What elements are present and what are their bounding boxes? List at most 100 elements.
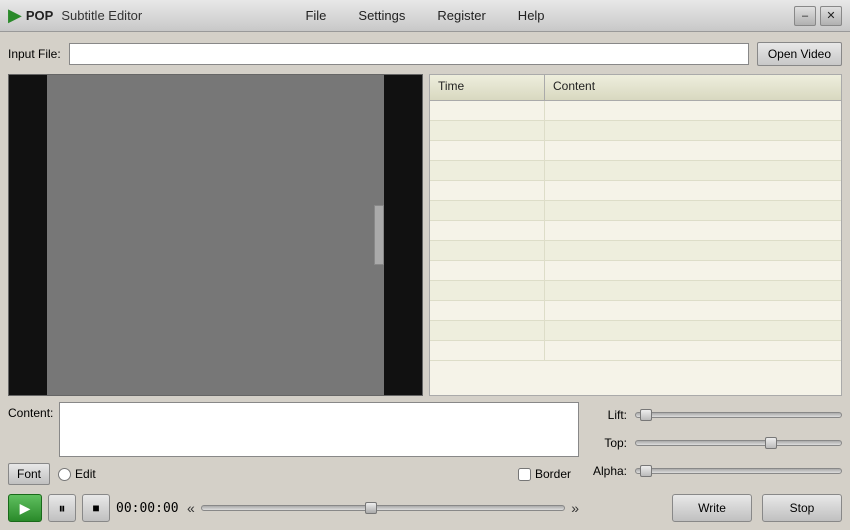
td-content xyxy=(545,201,841,220)
td-content xyxy=(545,221,841,240)
app-name: POP xyxy=(26,8,53,23)
table-body xyxy=(430,101,841,395)
top-slider[interactable] xyxy=(635,440,842,446)
app-logo: ▶ POP Subtitle Editor xyxy=(8,5,142,26)
table-row[interactable] xyxy=(430,321,841,341)
table-row[interactable] xyxy=(430,261,841,281)
td-time xyxy=(430,281,545,300)
td-time xyxy=(430,121,545,140)
edit-radio-label: Edit xyxy=(58,467,96,481)
app-icon: ▶ xyxy=(8,5,22,26)
title-bar: ▶ POP Subtitle Editor File Settings Regi… xyxy=(0,0,850,32)
input-file-label: Input File: xyxy=(8,47,61,61)
td-content xyxy=(545,101,841,120)
td-time xyxy=(430,181,545,200)
table-row[interactable] xyxy=(430,181,841,201)
seek-forward-button[interactable]: » xyxy=(571,500,579,516)
td-content xyxy=(545,241,841,260)
table-row[interactable] xyxy=(430,141,841,161)
td-time xyxy=(430,161,545,180)
alpha-slider-row: Alpha: xyxy=(587,460,842,482)
td-time xyxy=(430,321,545,340)
lift-slider-row: Lift: xyxy=(587,404,842,426)
seek-thumb xyxy=(365,502,377,514)
open-video-button[interactable]: Open Video xyxy=(757,42,842,66)
seek-slider[interactable] xyxy=(201,505,565,511)
main-container: Input File: Open Video Time Content xyxy=(0,32,850,530)
stop-button[interactable]: Stop xyxy=(762,494,842,522)
stop-icon: ■ xyxy=(92,501,99,515)
menu-register[interactable]: Register xyxy=(433,6,489,25)
right-bottom-col: Lift: Top: Alpha: Write xyxy=(587,402,842,522)
td-content xyxy=(545,281,841,300)
border-label: Border xyxy=(535,467,571,481)
alpha-slider[interactable] xyxy=(635,468,842,474)
content-textarea[interactable] xyxy=(59,402,579,457)
pause-icon: ⏸ xyxy=(59,500,66,517)
menu-help[interactable]: Help xyxy=(514,6,549,25)
lift-thumb xyxy=(640,409,652,421)
bottom-section: Content: Font Edit Border ▶ ⏸ xyxy=(8,402,842,522)
table-row[interactable] xyxy=(430,221,841,241)
table-header: Time Content xyxy=(430,75,841,101)
video-black-right xyxy=(384,75,422,395)
td-content xyxy=(545,141,841,160)
top-slider-row: Top: xyxy=(587,432,842,454)
td-content xyxy=(545,261,841,280)
video-display xyxy=(47,75,384,395)
td-time xyxy=(430,241,545,260)
time-display: 00:00:00 xyxy=(116,501,181,516)
edit-label: Edit xyxy=(75,467,96,481)
table-row[interactable] xyxy=(430,121,841,141)
td-time xyxy=(430,141,545,160)
table-row[interactable] xyxy=(430,161,841,181)
close-button[interactable]: ✕ xyxy=(820,6,842,26)
td-content xyxy=(545,341,841,360)
td-content xyxy=(545,321,841,340)
td-time xyxy=(430,201,545,220)
alpha-thumb xyxy=(640,465,652,477)
top-thumb xyxy=(765,437,777,449)
td-time xyxy=(430,221,545,240)
td-content xyxy=(545,301,841,320)
td-content xyxy=(545,121,841,140)
border-checkbox-label: Border xyxy=(518,467,571,481)
lift-slider[interactable] xyxy=(635,412,842,418)
pause-button[interactable]: ⏸ xyxy=(48,494,76,522)
table-row[interactable] xyxy=(430,241,841,261)
table-row[interactable] xyxy=(430,101,841,121)
content-row: Content: xyxy=(8,402,579,457)
td-content xyxy=(545,161,841,180)
menu-settings[interactable]: Settings xyxy=(354,6,409,25)
minimize-button[interactable]: – xyxy=(794,6,816,26)
td-time xyxy=(430,261,545,280)
window-controls: – ✕ xyxy=(794,6,842,26)
td-time xyxy=(430,301,545,320)
play-button[interactable]: ▶ xyxy=(8,494,42,522)
playback-row: ▶ ⏸ ■ 00:00:00 « » xyxy=(8,491,579,525)
td-time xyxy=(430,101,545,120)
app-subtitle: Subtitle Editor xyxy=(61,8,142,23)
write-button[interactable]: Write xyxy=(672,494,752,522)
lift-label: Lift: xyxy=(587,408,627,422)
seek-back-button[interactable]: « xyxy=(187,500,195,516)
video-scrollbar[interactable] xyxy=(374,205,384,265)
table-row[interactable] xyxy=(430,341,841,361)
input-file-field[interactable] xyxy=(69,43,749,65)
stop-small-button[interactable]: ■ xyxy=(82,494,110,522)
td-time xyxy=(430,341,545,360)
font-edit-row: Font Edit Border xyxy=(8,461,579,487)
menu-file[interactable]: File xyxy=(301,6,330,25)
font-button[interactable]: Font xyxy=(8,463,50,485)
video-black-left xyxy=(9,75,47,395)
input-file-row: Input File: Open Video xyxy=(8,40,842,68)
table-row[interactable] xyxy=(430,301,841,321)
video-panel xyxy=(8,74,423,396)
th-time: Time xyxy=(430,75,545,100)
edit-radio[interactable] xyxy=(58,468,71,481)
table-row[interactable] xyxy=(430,281,841,301)
table-row[interactable] xyxy=(430,201,841,221)
left-bottom-col: Content: Font Edit Border ▶ ⏸ xyxy=(8,402,579,525)
middle-section: Time Content xyxy=(8,74,842,396)
border-checkbox[interactable] xyxy=(518,468,531,481)
